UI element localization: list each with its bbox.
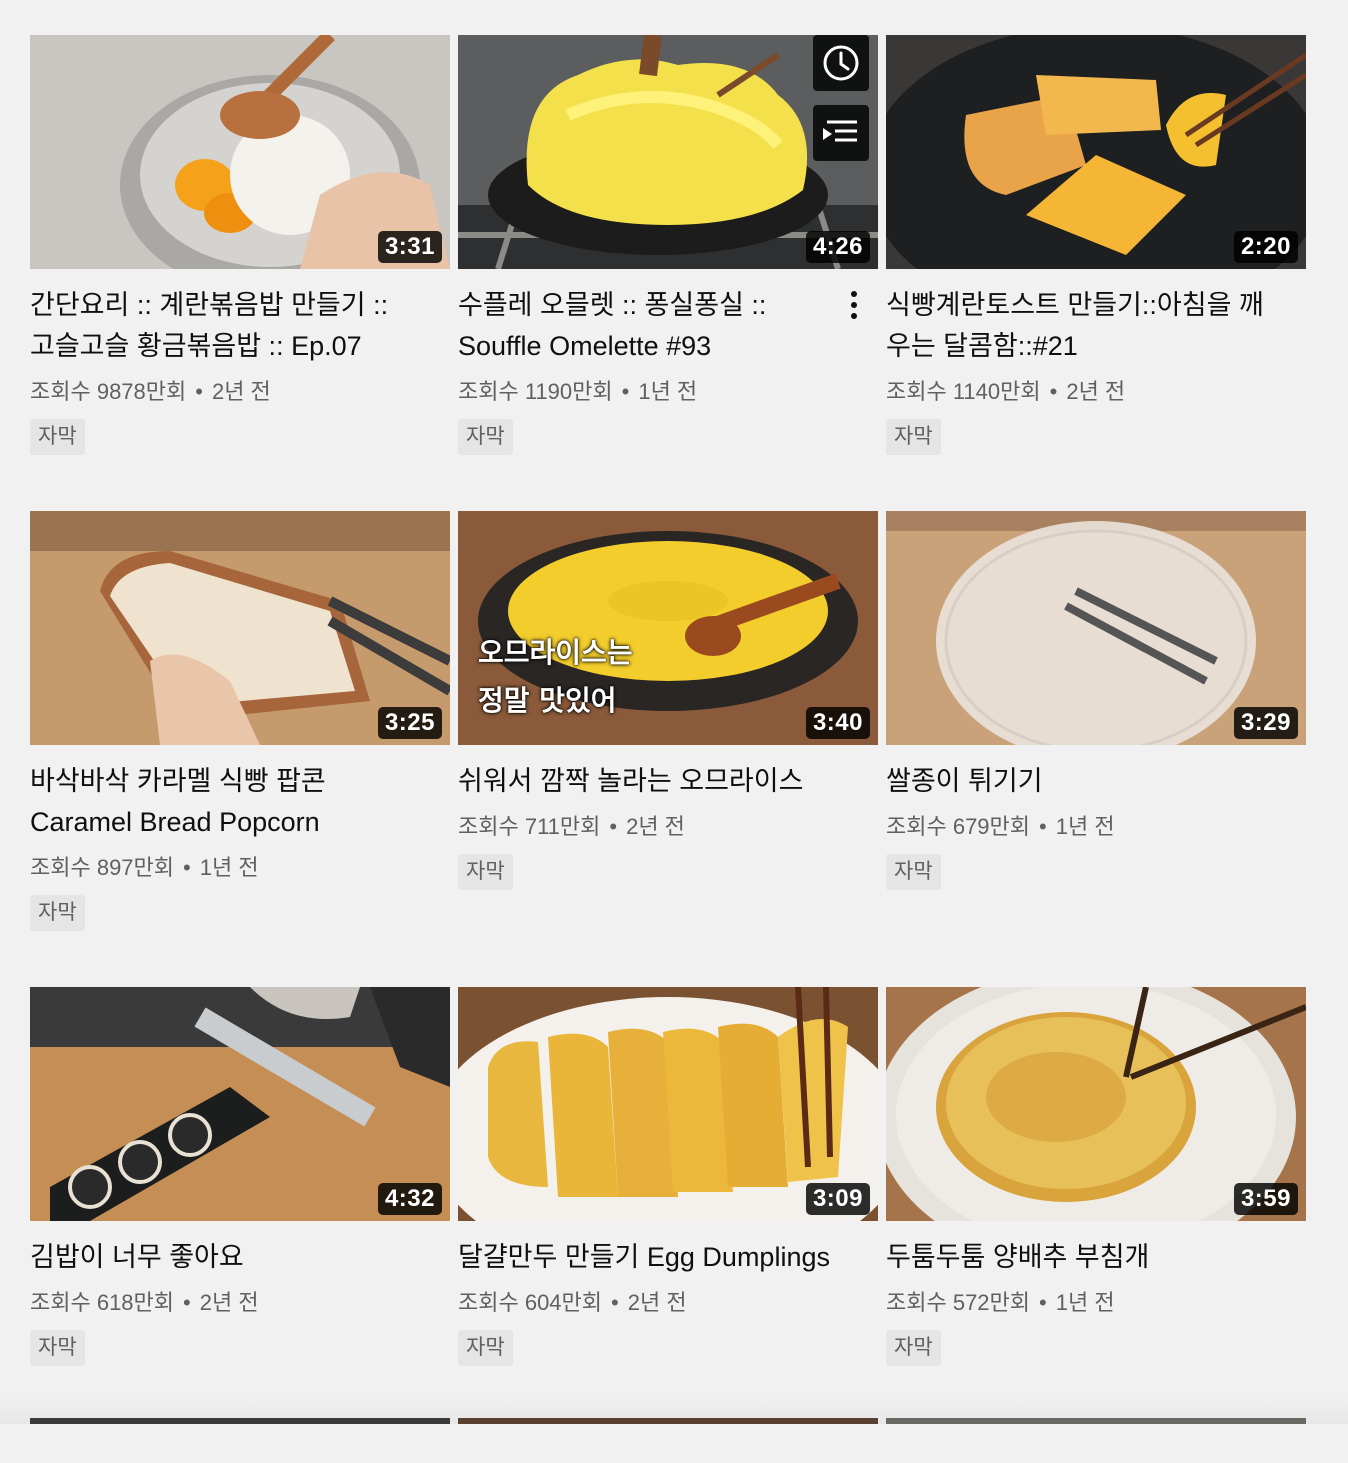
video-card[interactable]: 4:32 김밥이 너무 좋아요 조회수 618만회 • 2년 전 자막 (30, 987, 450, 1463)
upload-age: 2년 전 (199, 1290, 259, 1315)
upload-age: 2년 전 (627, 1290, 687, 1315)
duration-badge: 3:29 (1233, 707, 1298, 739)
meta-separator: • (621, 379, 630, 404)
view-count: 조회수 1190만회 (458, 379, 613, 404)
video-title[interactable]: 바삭바삭 카라멜 식빵 팝콘 Caramel Bread Popcorn (30, 761, 450, 843)
video-card[interactable]: 3:09 달걀만두 만들기 Egg Dumplings 조회수 604만회 • 2년… (458, 987, 878, 1463)
add-to-queue-button[interactable] (813, 105, 869, 161)
duration-badge: 4:26 (805, 231, 870, 263)
view-count: 조회수 604만회 (458, 1290, 603, 1315)
video-card[interactable]: 오므라이스는 정말 맛있어 3:40 쉬워서 깜짝 놀라는 오므라이스 조회수 … (458, 511, 878, 987)
video-meta: 조회수 572만회 • 1년 전 (886, 1286, 1306, 1320)
video-thumbnail[interactable]: 3:25 (30, 511, 450, 745)
video-title[interactable]: 간단요리 :: 계란볶음밥 만들기 :: 고슬고슬 황금볶음밥 :: Ep.07 (30, 285, 450, 367)
video-title[interactable]: 달걀만두 만들기 Egg Dumplings (458, 1237, 878, 1278)
video-title[interactable]: 김밥이 너무 좋아요 (30, 1237, 450, 1278)
next-row-thumbnail[interactable] (886, 1418, 1306, 1424)
video-thumbnail[interactable]: 2:20 (886, 35, 1306, 269)
video-thumbnail[interactable]: 3:59 (886, 987, 1306, 1221)
meta-separator: • (1049, 379, 1058, 404)
video-card[interactable]: 3:29 쌀종이 튀기기 조회수 679만회 • 1년 전 자막 (886, 511, 1306, 987)
video-thumbnail[interactable]: 3:29 (886, 511, 1306, 745)
meta-separator: • (183, 1290, 191, 1315)
subtitles-badge: 자막 (886, 419, 941, 455)
upload-age: 1년 전 (1055, 1290, 1115, 1315)
duration-badge: 3:09 (805, 1183, 870, 1215)
video-thumbnail[interactable]: 3:31 (30, 35, 450, 269)
meta-separator: • (1039, 814, 1047, 839)
more-vert-icon[interactable] (840, 285, 868, 325)
video-meta: 조회수 1140만회 • 2년 전 (886, 375, 1306, 409)
video-title[interactable]: 쌀종이 튀기기 (886, 761, 1306, 802)
upload-age: 1년 전 (638, 379, 698, 404)
video-meta: 조회수 618만회 • 2년 전 (30, 1286, 450, 1320)
meta-separator: • (1039, 1290, 1047, 1315)
video-thumbnail[interactable]: 4:26 (458, 35, 878, 269)
meta-separator: • (195, 379, 203, 404)
video-card[interactable]: 3:31 간단요리 :: 계란볶음밥 만들기 :: 고슬고슬 황금볶음밥 :: … (30, 35, 450, 511)
video-meta: 조회수 9878만회 • 2년 전 (30, 375, 450, 409)
duration-badge: 4:32 (377, 1183, 442, 1215)
next-row-thumbnail[interactable] (30, 1418, 450, 1424)
subtitles-badge: 자막 (458, 419, 513, 455)
view-count: 조회수 572만회 (886, 1290, 1031, 1315)
video-card[interactable]: 3:25 바삭바삭 카라멜 식빵 팝콘 Caramel Bread Popcor… (30, 511, 450, 987)
view-count: 조회수 9878만회 (30, 379, 187, 404)
video-card[interactable]: 2:20 식빵계란토스트 만들기::아침을 깨우는 달콤함::#21 조회수 1… (886, 35, 1306, 511)
clock-icon (823, 45, 859, 81)
upload-age: 2년 전 (1066, 379, 1126, 404)
duration-badge: 3:40 (805, 707, 870, 739)
meta-separator: • (611, 1290, 619, 1315)
video-thumbnail[interactable]: 3:09 (458, 987, 878, 1221)
video-thumbnail[interactable]: 4:32 (30, 987, 450, 1221)
view-count: 조회수 711만회 (458, 814, 601, 839)
duration-badge: 2:20 (1233, 231, 1298, 263)
view-count: 조회수 1140만회 (886, 379, 1041, 404)
video-meta: 조회수 897만회 • 1년 전 (30, 851, 450, 885)
meta-separator: • (183, 855, 191, 880)
video-card[interactable]: 4:26 수플레 오믈렛 :: 퐁실퐁실 :: Souffle Omelette… (458, 35, 878, 511)
subtitles-badge: 자막 (458, 854, 513, 890)
thumbnail-caption: 정말 맛있어 (478, 684, 617, 717)
thumbnail-caption: 오므라이스는 (478, 636, 633, 669)
video-title[interactable]: 수플레 오믈렛 :: 퐁실퐁실 :: Souffle Omelette #93 (458, 285, 878, 367)
subtitles-badge: 자막 (30, 419, 85, 455)
video-grid: 3:31 간단요리 :: 계란볶음밥 만들기 :: 고슬고슬 황금볶음밥 :: … (30, 35, 1306, 1463)
video-meta: 조회수 604만회 • 2년 전 (458, 1286, 878, 1320)
video-meta: 조회수 1190만회 • 1년 전 (458, 375, 878, 409)
duration-badge: 3:59 (1233, 1183, 1298, 1215)
queue-icon (823, 120, 857, 142)
subtitles-badge: 자막 (458, 1330, 513, 1366)
video-card[interactable]: 3:59 두툼두툼 양배추 부침개 조회수 572만회 • 1년 전 자막 (886, 987, 1306, 1463)
subtitles-badge: 자막 (30, 1330, 85, 1366)
subtitles-badge: 자막 (886, 1330, 941, 1366)
video-meta: 조회수 679만회 • 1년 전 (886, 810, 1306, 844)
video-thumbnail[interactable]: 오므라이스는 정말 맛있어 3:40 (458, 511, 878, 745)
duration-badge: 3:25 (377, 707, 442, 739)
video-title[interactable]: 식빵계란토스트 만들기::아침을 깨우는 달콤함::#21 (886, 285, 1306, 367)
meta-separator: • (609, 814, 618, 839)
view-count: 조회수 679만회 (886, 814, 1031, 839)
view-count: 조회수 618만회 (30, 1290, 175, 1315)
upload-age: 2년 전 (211, 379, 271, 404)
upload-age: 2년 전 (626, 814, 685, 839)
video-title[interactable]: 두툼두툼 양배추 부침개 (886, 1237, 1306, 1278)
view-count: 조회수 897만회 (30, 855, 175, 880)
next-row-thumbnail[interactable] (458, 1418, 878, 1424)
upload-age: 1년 전 (1055, 814, 1115, 839)
watch-later-button[interactable] (813, 35, 869, 91)
subtitles-badge: 자막 (30, 895, 85, 931)
subtitles-badge: 자막 (886, 854, 941, 890)
video-title[interactable]: 쉬워서 깜짝 놀라는 오므라이스 (458, 761, 878, 802)
video-meta: 조회수 711만회 • 2년 전 (458, 810, 878, 844)
duration-badge: 3:31 (377, 231, 442, 263)
upload-age: 1년 전 (199, 855, 259, 880)
